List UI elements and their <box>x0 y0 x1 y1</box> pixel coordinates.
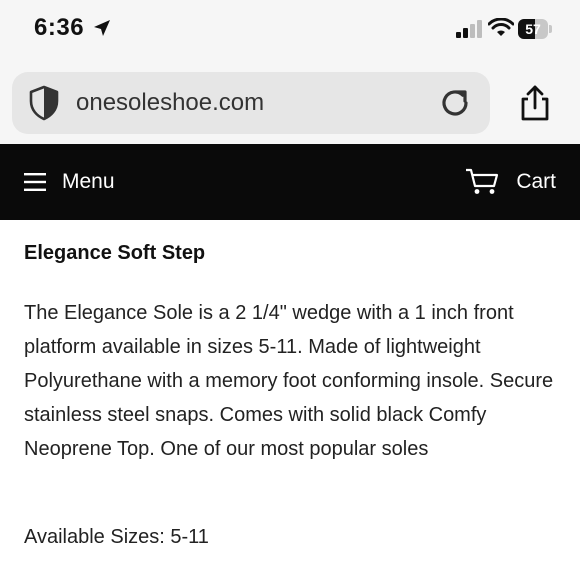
cart-label: Cart <box>516 170 556 193</box>
status-bar: 6:36 57 <box>0 0 580 62</box>
signal-icon <box>456 20 482 38</box>
battery-percent: 57 <box>525 21 541 37</box>
available-sizes: Available Sizes: 5-11 <box>24 526 209 548</box>
url-text[interactable]: onesoleshoe.com <box>76 72 264 134</box>
hamburger-icon <box>24 173 46 191</box>
browser-toolbar: onesoleshoe.com <box>0 62 580 144</box>
cart-button[interactable]: Cart <box>465 144 556 220</box>
battery-icon: 57 <box>518 19 554 39</box>
address-bar[interactable]: onesoleshoe.com <box>12 72 490 134</box>
menu-label: Menu <box>62 170 115 193</box>
status-time: 6:36 <box>34 14 85 41</box>
cart-icon <box>466 168 499 194</box>
shield-icon[interactable] <box>28 85 60 121</box>
menu-button[interactable]: Menu <box>24 144 115 220</box>
share-icon[interactable] <box>518 84 552 122</box>
product-title: Elegance Soft Step <box>24 242 206 264</box>
product-description: The Elegance Sole is a 2 1/4" wedge with… <box>24 302 554 460</box>
location-arrow-icon <box>94 20 110 36</box>
wifi-icon <box>488 18 514 36</box>
reload-icon[interactable] <box>438 86 472 120</box>
site-header: Menu Cart <box>0 144 580 220</box>
